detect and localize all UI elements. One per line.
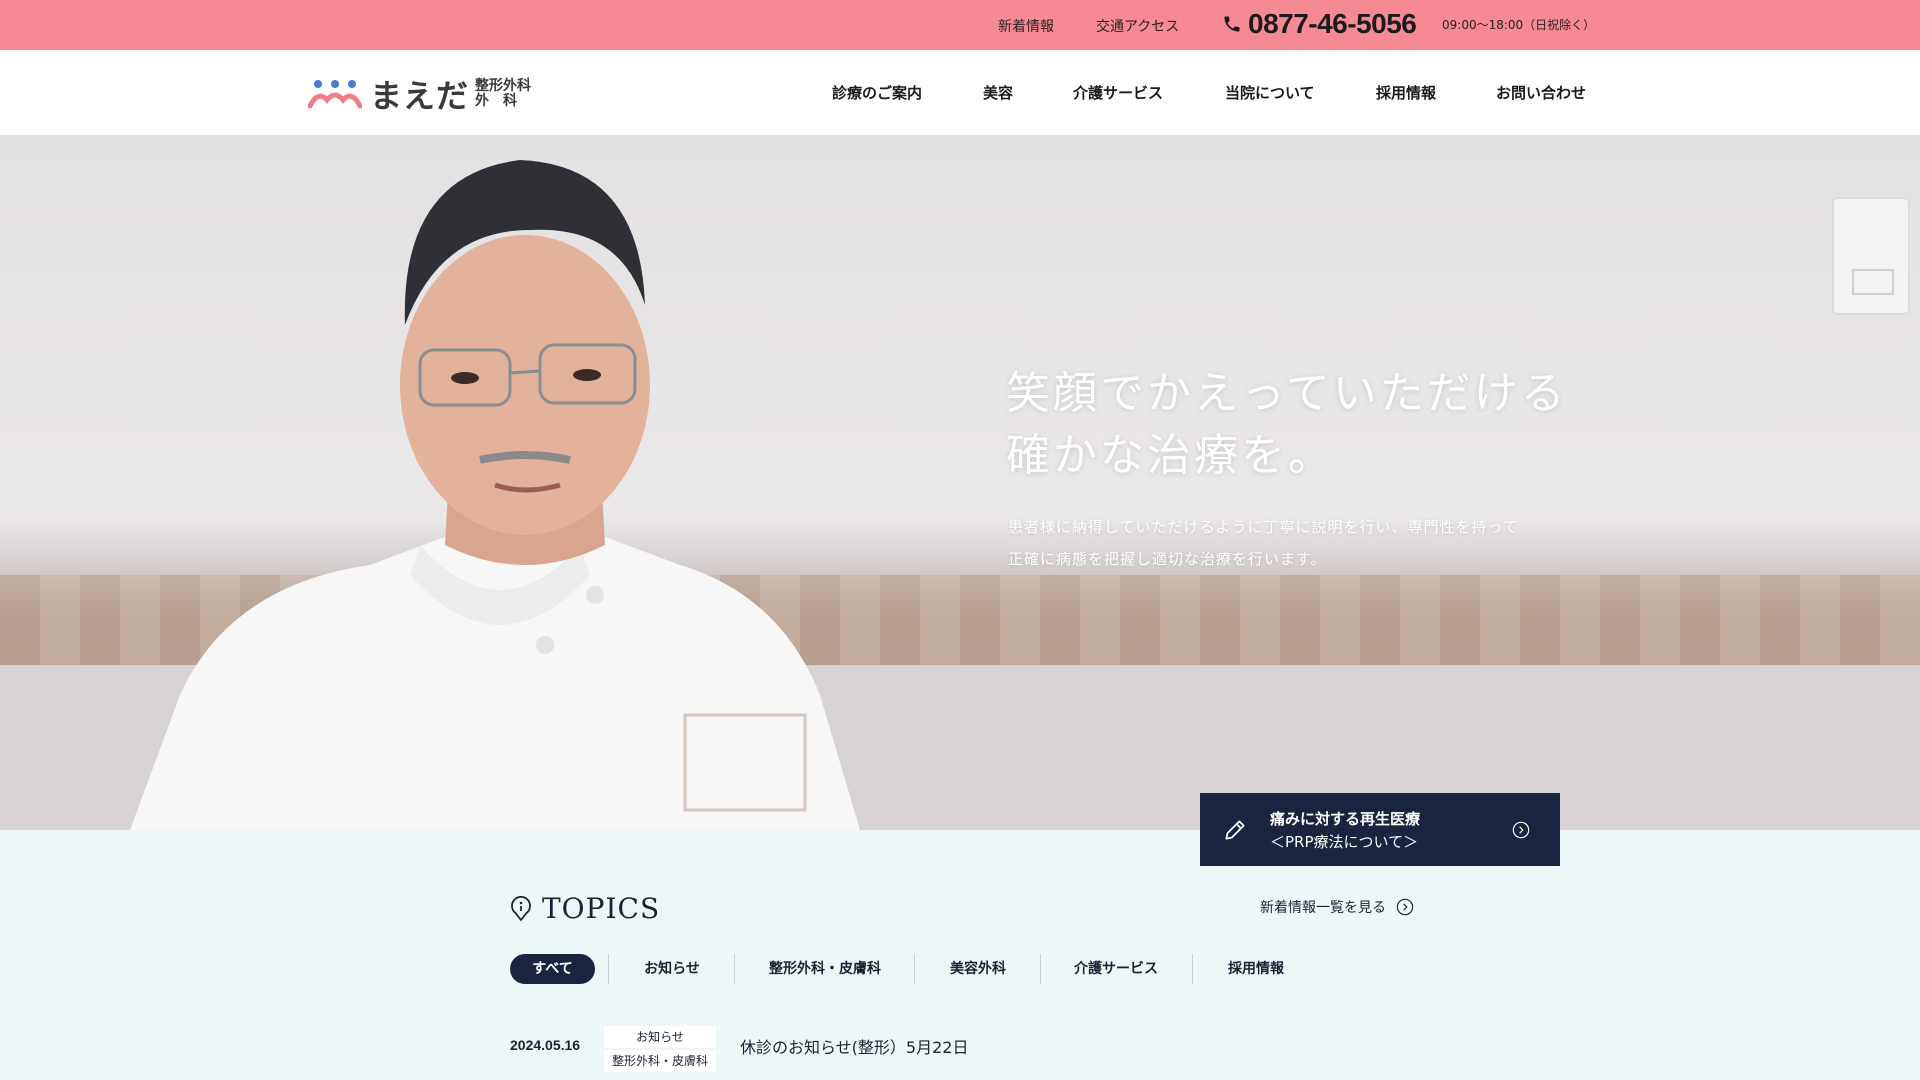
tab-separator [1192,954,1193,984]
tab-recruit[interactable]: 採用情報 [1204,954,1308,984]
tab-news[interactable]: お知らせ [620,954,724,984]
top-bar: 新着情報 交通アクセス 0877-46-5056 09:00〜18:00（日祝除… [0,0,1920,50]
arrow-circle-icon [1396,898,1414,916]
tab-care-service[interactable]: 介護サービス [1052,954,1180,984]
topics-title: TOPICS [542,892,661,925]
hero-section: 笑顔でかえっていただける 確かな治療を。 患者様に納得していただけるように丁寧に… [0,135,1920,830]
news-category-badge: 整形外科・皮膚科 [604,1050,716,1072]
hero-text-line1: 患者様に納得していただけるように丁寧に説明を行い、専門性を持って [1008,518,1519,536]
prp-title: 痛みに対する再生医療 [1270,809,1421,828]
info-pin-icon [511,895,531,921]
hero-text-line2: 正確に病態を把握し適切な治療を行います。 [1008,550,1327,568]
nav-treatment[interactable]: 診療のご案内 [832,82,922,103]
phone-number[interactable]: 0877-46-5056 [1222,6,1417,42]
prp-subtitle: ＜PRP療法について＞ [1270,832,1419,851]
smile-logo-icon [308,80,362,109]
tab-all[interactable]: すべて [510,954,595,984]
nav-contact[interactable]: お問い合わせ [1496,82,1586,103]
logo-subtitle: 整形外科 外 科 [475,79,531,109]
prp-banner[interactable]: 痛みに対する再生医療 ＜PRP療法について＞ [1200,793,1560,866]
view-all-news-link[interactable]: 新着情報一覧を見る [1260,897,1414,917]
hero-title-line2: 確かな治療を。 [1006,430,1335,481]
news-date: 2024.05.16 [510,1037,581,1053]
tab-cosmetic-surgery[interactable]: 美容外科 [926,954,1030,984]
phone-icon [1224,16,1240,32]
news-category-badge: お知らせ [604,1026,716,1048]
logo-name: まえだ [370,77,470,115]
phone-number-text: 0877-46-5056 [1248,8,1417,39]
topics-header: TOPICS [510,892,660,925]
nav-about[interactable]: 当院について [1225,82,1315,103]
nav-beauty[interactable]: 美容 [983,82,1013,103]
nav-care-service[interactable]: 介護サービス [1073,82,1163,103]
tab-separator [608,954,609,984]
news-title[interactable]: 休診のお知らせ(整形）5月22日 [740,1034,968,1058]
view-all-news-label: 新着情報一覧を見る [1260,900,1386,916]
opening-hours: 09:00〜18:00（日祝除く） [1442,18,1596,32]
prp-text: 痛みに対する再生医療 ＜PRP療法について＞ [1270,808,1420,852]
tab-separator [1040,954,1041,984]
hero-title: 笑顔でかえっていただける 確かな治療を。 [1006,363,1568,487]
hero-description: 患者様に納得していただけるように丁寧に説明を行い、専門性を持って 正確に病態を把… [1008,511,1519,575]
site-header: まえだ 整形外科 外 科 診療のご案内 美容 介護サービス 当院について 採用情… [0,50,1920,135]
topbar-news-link[interactable]: 新着情報 [998,16,1054,36]
nav-recruit[interactable]: 採用情報 [1376,82,1436,103]
tab-separator [914,954,915,984]
pen-icon [1225,819,1245,840]
site-logo[interactable]: まえだ 整形外科 外 科 [308,74,531,115]
logo-sub-line2: 外 科 [475,93,518,109]
tab-separator [734,954,735,984]
hero-title-line1: 笑顔でかえっていただける [1006,368,1568,419]
topbar-access-link[interactable]: 交通アクセス [1096,16,1179,36]
logo-sub-line1: 整形外科 [475,78,532,94]
wall-switch [1832,197,1910,315]
doctor-photo [130,160,860,830]
arrow-circle-icon [1512,821,1530,839]
tab-orthopedics-dermatology[interactable]: 整形外科・皮膚科 [746,954,904,984]
